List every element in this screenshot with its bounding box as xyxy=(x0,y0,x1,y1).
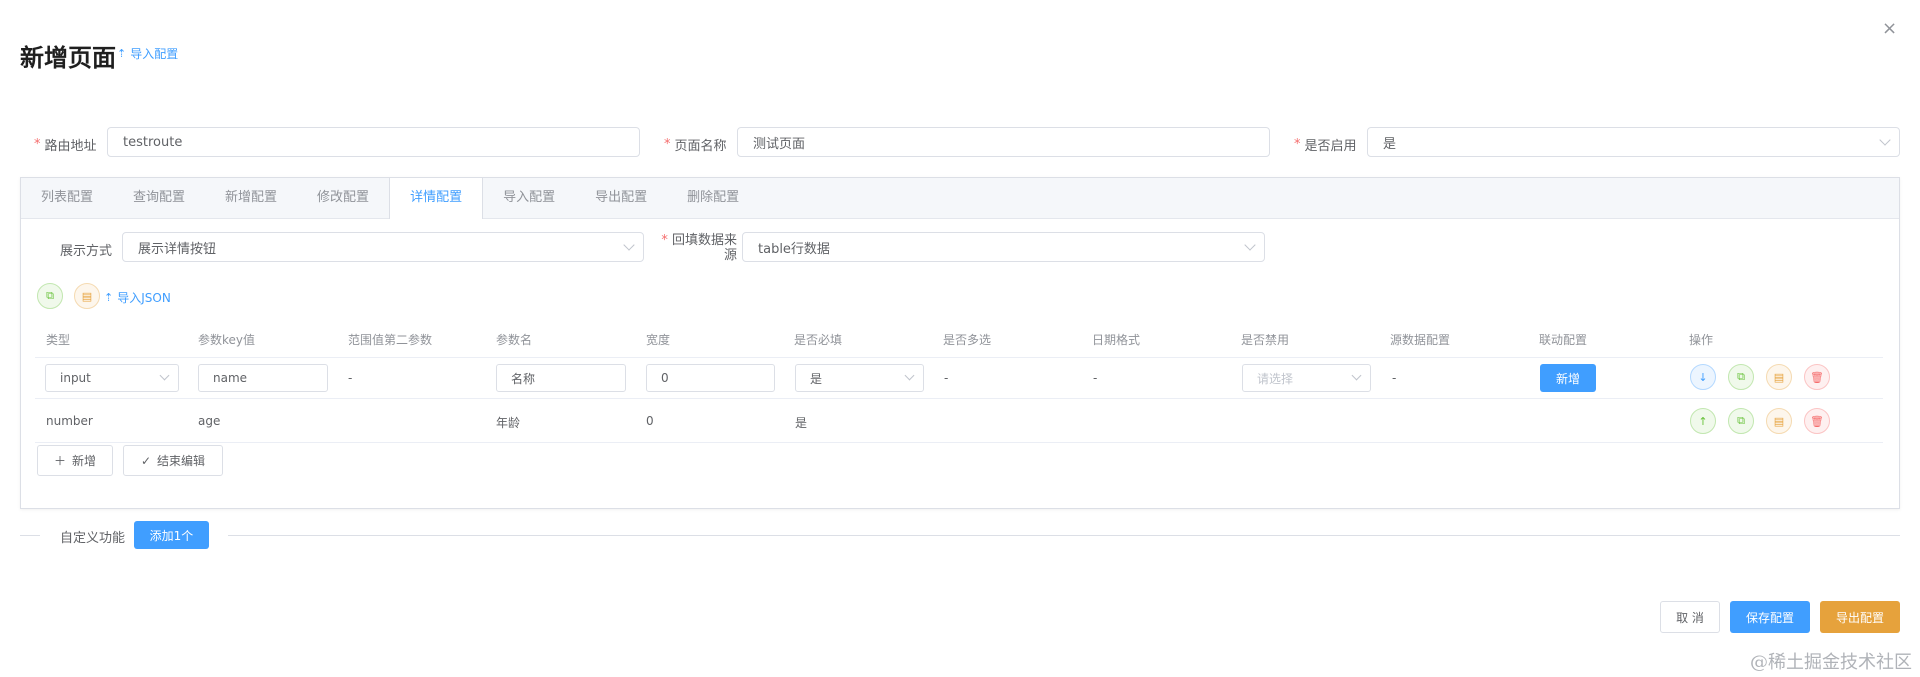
route-input[interactable]: testroute xyxy=(107,127,640,157)
row-copy-button[interactable]: ⧉ xyxy=(1728,364,1754,390)
tab-export-config[interactable]: 导出配置 xyxy=(575,178,667,218)
row2-width: 0 xyxy=(646,414,654,428)
copy-icon: ⧉ xyxy=(1737,414,1745,427)
row-document-button[interactable]: ▤ xyxy=(1766,408,1792,434)
table-divider xyxy=(35,398,1883,399)
add-page-dialog: 新增页面 ⇡ 导入配置 × * 路由地址 testroute * 页面名称 测试页面… xyxy=(0,0,1920,677)
name-input[interactable]: 名称 xyxy=(496,364,626,392)
end-edit-button[interactable]: ✓ 结束编辑 xyxy=(123,445,223,476)
chevron-down-icon xyxy=(1244,239,1256,251)
divider-left xyxy=(20,535,40,536)
th-type: 类型 xyxy=(46,333,71,347)
tab-import-config[interactable]: 导入配置 xyxy=(483,178,575,218)
th-required: 是否必填 xyxy=(794,333,843,347)
add-custom-button[interactable]: 添加1个 xyxy=(134,521,209,549)
row2-type: number xyxy=(46,414,93,428)
move-up-button[interactable]: ↑ xyxy=(1690,408,1716,434)
import-json-label: 导入JSON xyxy=(117,291,171,305)
tabs-header: 列表配置 查询配置 新增配置 修改配置 详情配置 导入配置 导出配置 删除配置 xyxy=(21,178,1899,219)
type-select[interactable]: input xyxy=(45,364,179,392)
chevron-down-icon xyxy=(1351,370,1362,381)
add-row-button[interactable]: ＋ 新增 xyxy=(37,445,113,476)
th-disabled: 是否禁用 xyxy=(1241,333,1290,347)
th-source: 源数据配置 xyxy=(1390,333,1451,347)
chevron-down-icon xyxy=(159,370,170,381)
chevron-down-icon xyxy=(1879,134,1891,146)
tab-edit-config[interactable]: 修改配置 xyxy=(297,178,389,218)
import-json-link[interactable]: ⇡ 导入JSON xyxy=(104,289,171,306)
row2-required: 是 xyxy=(795,416,808,430)
upload-icon: ⇡ xyxy=(117,47,127,60)
enabled-select[interactable]: 是 xyxy=(1367,127,1900,157)
chevron-down-icon xyxy=(904,370,915,381)
data-source-label: * 回填数据来源 xyxy=(661,233,737,263)
check-icon: ✓ xyxy=(140,453,152,468)
table-divider xyxy=(35,442,1883,443)
date-format-cell: - xyxy=(1093,371,1098,385)
th-key: 参数key值 xyxy=(198,333,256,347)
th-multi: 是否多选 xyxy=(943,333,992,347)
dialog-title: 新增页面 xyxy=(20,44,116,72)
th-range: 范围值第二参数 xyxy=(348,333,433,347)
disabled-select[interactable]: 请选择 xyxy=(1242,364,1371,392)
document-icon: ▤ xyxy=(81,289,93,303)
trash-icon: 🗑 xyxy=(1810,414,1824,428)
export-config-button[interactable]: 导出配置 xyxy=(1820,601,1900,633)
th-width: 宽度 xyxy=(646,333,671,347)
document-icon: ▤ xyxy=(1773,370,1785,384)
custom-function-label: 自定义功能 xyxy=(60,531,126,546)
watermark: @稀土掘金技术社区 xyxy=(1750,652,1912,673)
tab-add-config[interactable]: 新增配置 xyxy=(205,178,297,218)
display-mode-select[interactable]: 展示详情按钮 xyxy=(122,232,644,262)
table-divider xyxy=(35,357,1883,358)
arrow-down-icon: ↓ xyxy=(1698,370,1708,384)
upload-icon: ⇡ xyxy=(104,291,114,304)
enabled-label: * 是否启用 xyxy=(1294,137,1357,154)
copy-icon: ⧉ xyxy=(1737,370,1745,383)
document-button[interactable]: ▤ xyxy=(74,283,100,309)
row-copy-button[interactable]: ⧉ xyxy=(1728,408,1754,434)
multi-cell: - xyxy=(944,371,949,385)
tab-detail-config[interactable]: 详情配置 xyxy=(389,178,484,219)
th-actions: 操作 xyxy=(1689,333,1714,347)
page-name-input[interactable]: 测试页面 xyxy=(737,127,1270,157)
chevron-down-icon xyxy=(623,239,635,251)
route-label: * 路由地址 xyxy=(34,137,97,154)
row2-key: age xyxy=(198,414,221,428)
data-source-select[interactable]: table行数据 xyxy=(742,232,1265,262)
row-delete-button[interactable]: 🗑 xyxy=(1804,364,1830,390)
th-date-format: 日期格式 xyxy=(1092,333,1141,347)
width-input[interactable]: 0 xyxy=(646,364,775,392)
th-linkage: 联动配置 xyxy=(1539,333,1588,347)
import-config-label: 导入配置 xyxy=(130,47,179,61)
required-select[interactable]: 是 xyxy=(795,364,924,392)
save-config-button[interactable]: 保存配置 xyxy=(1730,601,1810,633)
document-icon: ▤ xyxy=(1773,414,1785,428)
range-cell: - xyxy=(348,371,353,385)
cancel-button[interactable]: 取 消 xyxy=(1660,601,1720,633)
linkage-add-button[interactable]: 新增 xyxy=(1540,364,1596,392)
copy-button[interactable]: ⧉ xyxy=(37,283,63,309)
row2-name: 年龄 xyxy=(496,416,521,430)
key-input[interactable]: name xyxy=(198,364,328,392)
tab-list-config[interactable]: 列表配置 xyxy=(21,178,113,218)
move-down-button[interactable]: ↓ xyxy=(1690,364,1716,390)
th-name: 参数名 xyxy=(496,333,533,347)
close-icon[interactable]: × xyxy=(1882,18,1897,39)
copy-icon: ⧉ xyxy=(46,289,54,302)
divider-right xyxy=(228,535,1900,536)
row-document-button[interactable]: ▤ xyxy=(1766,364,1792,390)
page-name-label: * 页面名称 xyxy=(664,137,727,154)
row-delete-button[interactable]: 🗑 xyxy=(1804,408,1830,434)
import-config-link[interactable]: ⇡ 导入配置 xyxy=(117,45,178,62)
tab-delete-config[interactable]: 删除配置 xyxy=(667,178,759,218)
trash-icon: 🗑 xyxy=(1810,370,1824,384)
arrow-up-icon: ↑ xyxy=(1698,414,1708,428)
source-cell: - xyxy=(1392,371,1397,385)
tab-query-config[interactable]: 查询配置 xyxy=(113,178,205,218)
display-mode-label: 展示方式 xyxy=(60,244,113,259)
plus-icon: ＋ xyxy=(53,454,66,468)
